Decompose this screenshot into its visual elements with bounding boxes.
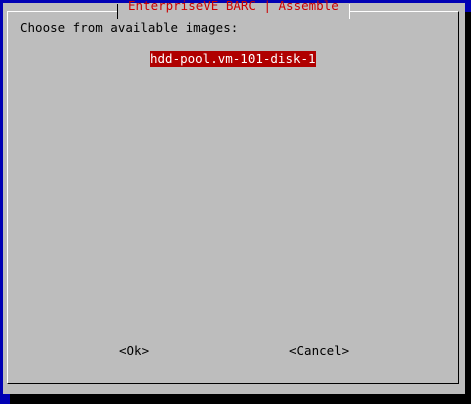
cancel-button[interactable]: <Cancel> [289, 343, 349, 359]
dialog-title: EnterpriseVE BARC | Assemble [128, 0, 339, 13]
title-right-divider [348, 3, 350, 19]
ok-button[interactable]: <Ok> [119, 343, 149, 359]
list-item-selected[interactable]: hdd-pool.vm-101-disk-1 [150, 51, 316, 67]
prompt-label: Choose from available images: [20, 20, 239, 35]
dialog-title-bar: EnterpriseVE BARC | Assemble [117, 0, 350, 19]
assemble-dialog: EnterpriseVE BARC | Assemble Choose from… [3, 0, 465, 394]
